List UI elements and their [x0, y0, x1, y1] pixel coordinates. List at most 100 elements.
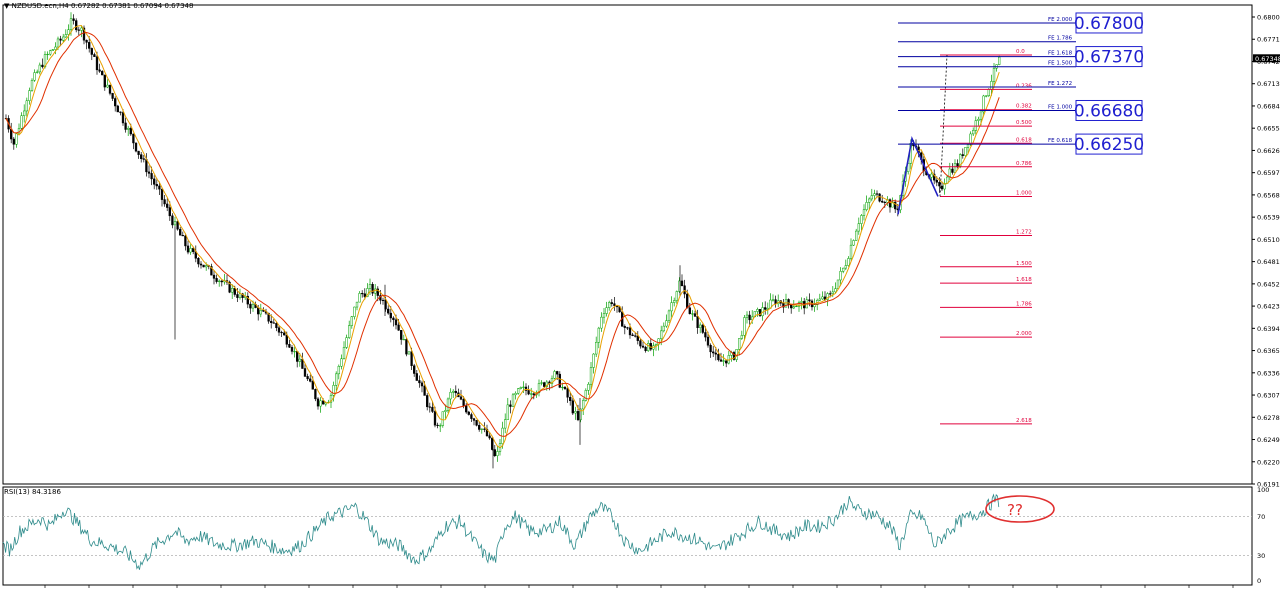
candle-body — [168, 207, 171, 217]
candle-body — [563, 386, 567, 389]
candle-body — [428, 406, 431, 408]
candle-body — [626, 327, 629, 329]
candle-body — [114, 98, 117, 107]
candle-body — [405, 339, 408, 355]
fib-retracement-label: 1.618 — [1016, 277, 1032, 283]
rsi-axis-label: 0 — [1257, 577, 1261, 585]
candle-body — [956, 163, 959, 167]
candle-body — [54, 46, 57, 50]
candle-body — [530, 393, 533, 395]
candle-body — [322, 400, 325, 405]
chart-canvas[interactable]: 0.680000.677100.674200.671300.668400.665… — [0, 0, 1280, 589]
candle-body — [134, 142, 138, 152]
candle-body — [361, 293, 364, 295]
candle-body — [355, 301, 359, 308]
rsi-line — [2, 493, 1000, 570]
candle-body — [368, 284, 372, 289]
candle-body — [233, 288, 236, 295]
candle-body — [860, 215, 863, 224]
candle-body — [340, 358, 343, 367]
candle-body — [108, 84, 112, 94]
candle-body — [527, 390, 530, 395]
fib-retracement-label: 2.618 — [1016, 418, 1032, 424]
candle-body — [132, 133, 135, 144]
candle-body — [649, 343, 652, 350]
candle-body — [90, 48, 93, 55]
candle-body — [519, 387, 522, 389]
candle-body — [667, 310, 671, 321]
candle-body — [998, 56, 1001, 65]
candle-body — [259, 310, 262, 315]
candle-body — [870, 195, 873, 200]
candle-body — [597, 327, 600, 343]
fib-retracement-label: 0.236 — [1016, 83, 1032, 89]
candle-body — [88, 42, 91, 49]
candle-body — [179, 228, 182, 236]
candle-body — [475, 420, 478, 426]
candle-body — [439, 425, 442, 427]
current-price-label: 0.67348 — [1255, 55, 1280, 63]
candle-body — [62, 36, 65, 41]
fib-expansion-label: FE 2.000 — [1048, 17, 1073, 23]
candle-body — [878, 193, 881, 202]
candle-body — [311, 381, 314, 390]
candle-body — [342, 347, 346, 360]
candle-body — [335, 373, 338, 386]
candle-body — [212, 274, 216, 279]
candle-body — [160, 188, 164, 200]
price-axis-label: 0.66260 — [1257, 147, 1280, 155]
candle-body — [558, 373, 561, 388]
candle-body — [743, 317, 746, 336]
candle-body — [628, 327, 632, 336]
candle-body — [309, 378, 312, 382]
candle-body — [587, 383, 590, 391]
candle-body — [283, 332, 286, 336]
candle-body — [935, 179, 938, 183]
candle-body — [706, 336, 710, 346]
candle-body — [124, 122, 127, 130]
candle-body — [103, 74, 106, 88]
price-axis-label: 0.62780 — [1257, 414, 1280, 422]
price-axis-label: 0.62200 — [1257, 458, 1280, 466]
candle-body — [459, 396, 463, 400]
candle-body — [348, 325, 351, 338]
candle-body — [181, 235, 184, 237]
rsi-panel-frame — [2, 486, 1253, 586]
price-axis-label: 0.64810 — [1257, 258, 1280, 266]
candle-body — [46, 53, 49, 56]
candle-body — [238, 293, 242, 298]
candle-body — [938, 182, 941, 187]
candle-body — [433, 411, 437, 426]
candle-body — [49, 50, 52, 55]
candle-body — [641, 345, 645, 348]
candle-body — [953, 163, 957, 173]
candle-body — [142, 158, 145, 160]
candle-body — [605, 307, 608, 314]
candle-body — [400, 330, 403, 340]
candle-body — [98, 69, 101, 72]
candle-body — [186, 245, 190, 253]
fib-expansion-label: FE 1.000 — [1048, 104, 1073, 110]
candle-body — [452, 390, 455, 393]
candle-body — [511, 394, 515, 407]
candle-body — [280, 331, 283, 334]
candle-body — [831, 291, 834, 294]
candle-body — [701, 324, 704, 333]
price-axis-label: 0.65680 — [1257, 191, 1280, 199]
candle-body — [25, 100, 28, 112]
candle-body — [504, 419, 507, 429]
candle-body — [454, 390, 457, 394]
price-axis-label: 0.64230 — [1257, 303, 1280, 311]
candle-body — [792, 306, 795, 309]
candle-body — [644, 346, 647, 351]
fib-retracement-label: 0.0 — [1016, 49, 1025, 55]
candle-body — [121, 112, 125, 124]
fib-retracement-group: 0.0 0.236 0.382 0.500 0.618 0.786 1.000 1.272 1.… — [940, 49, 1032, 425]
candle-body — [402, 339, 405, 341]
candle-body — [566, 388, 569, 398]
price-axis-label: 0.65970 — [1257, 169, 1280, 177]
candle-body — [290, 347, 294, 352]
candle-body — [67, 29, 70, 35]
price-axis-label: 0.66550 — [1257, 125, 1280, 133]
candle-body — [95, 56, 99, 71]
